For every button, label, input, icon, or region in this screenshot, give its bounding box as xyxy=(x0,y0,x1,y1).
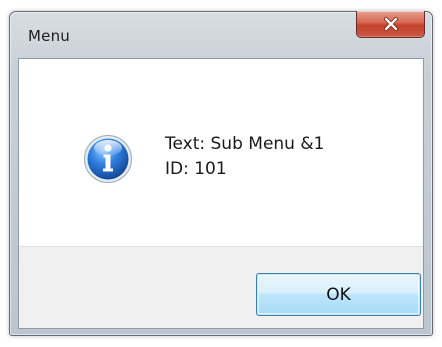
close-button[interactable] xyxy=(356,11,425,38)
close-icon xyxy=(383,17,398,31)
message-text-line: Text: Sub Menu &1 xyxy=(165,134,325,154)
message-id-line: ID: 101 xyxy=(165,159,227,179)
title-bar[interactable]: Menu xyxy=(10,11,432,58)
message-text: Text: Sub Menu &1 ID: 101 xyxy=(165,132,324,182)
message-area: Text: Sub Menu &1 ID: 101 xyxy=(19,59,423,246)
button-bar: OK xyxy=(19,246,423,328)
window-title: Menu xyxy=(28,27,70,45)
info-icon xyxy=(84,135,132,183)
message-box-window: Menu Text: Sub Menu &1 ID: 101 OK xyxy=(9,11,433,336)
ok-button[interactable]: OK xyxy=(256,273,421,316)
dialog-client-area: Text: Sub Menu &1 ID: 101 OK xyxy=(18,58,424,329)
